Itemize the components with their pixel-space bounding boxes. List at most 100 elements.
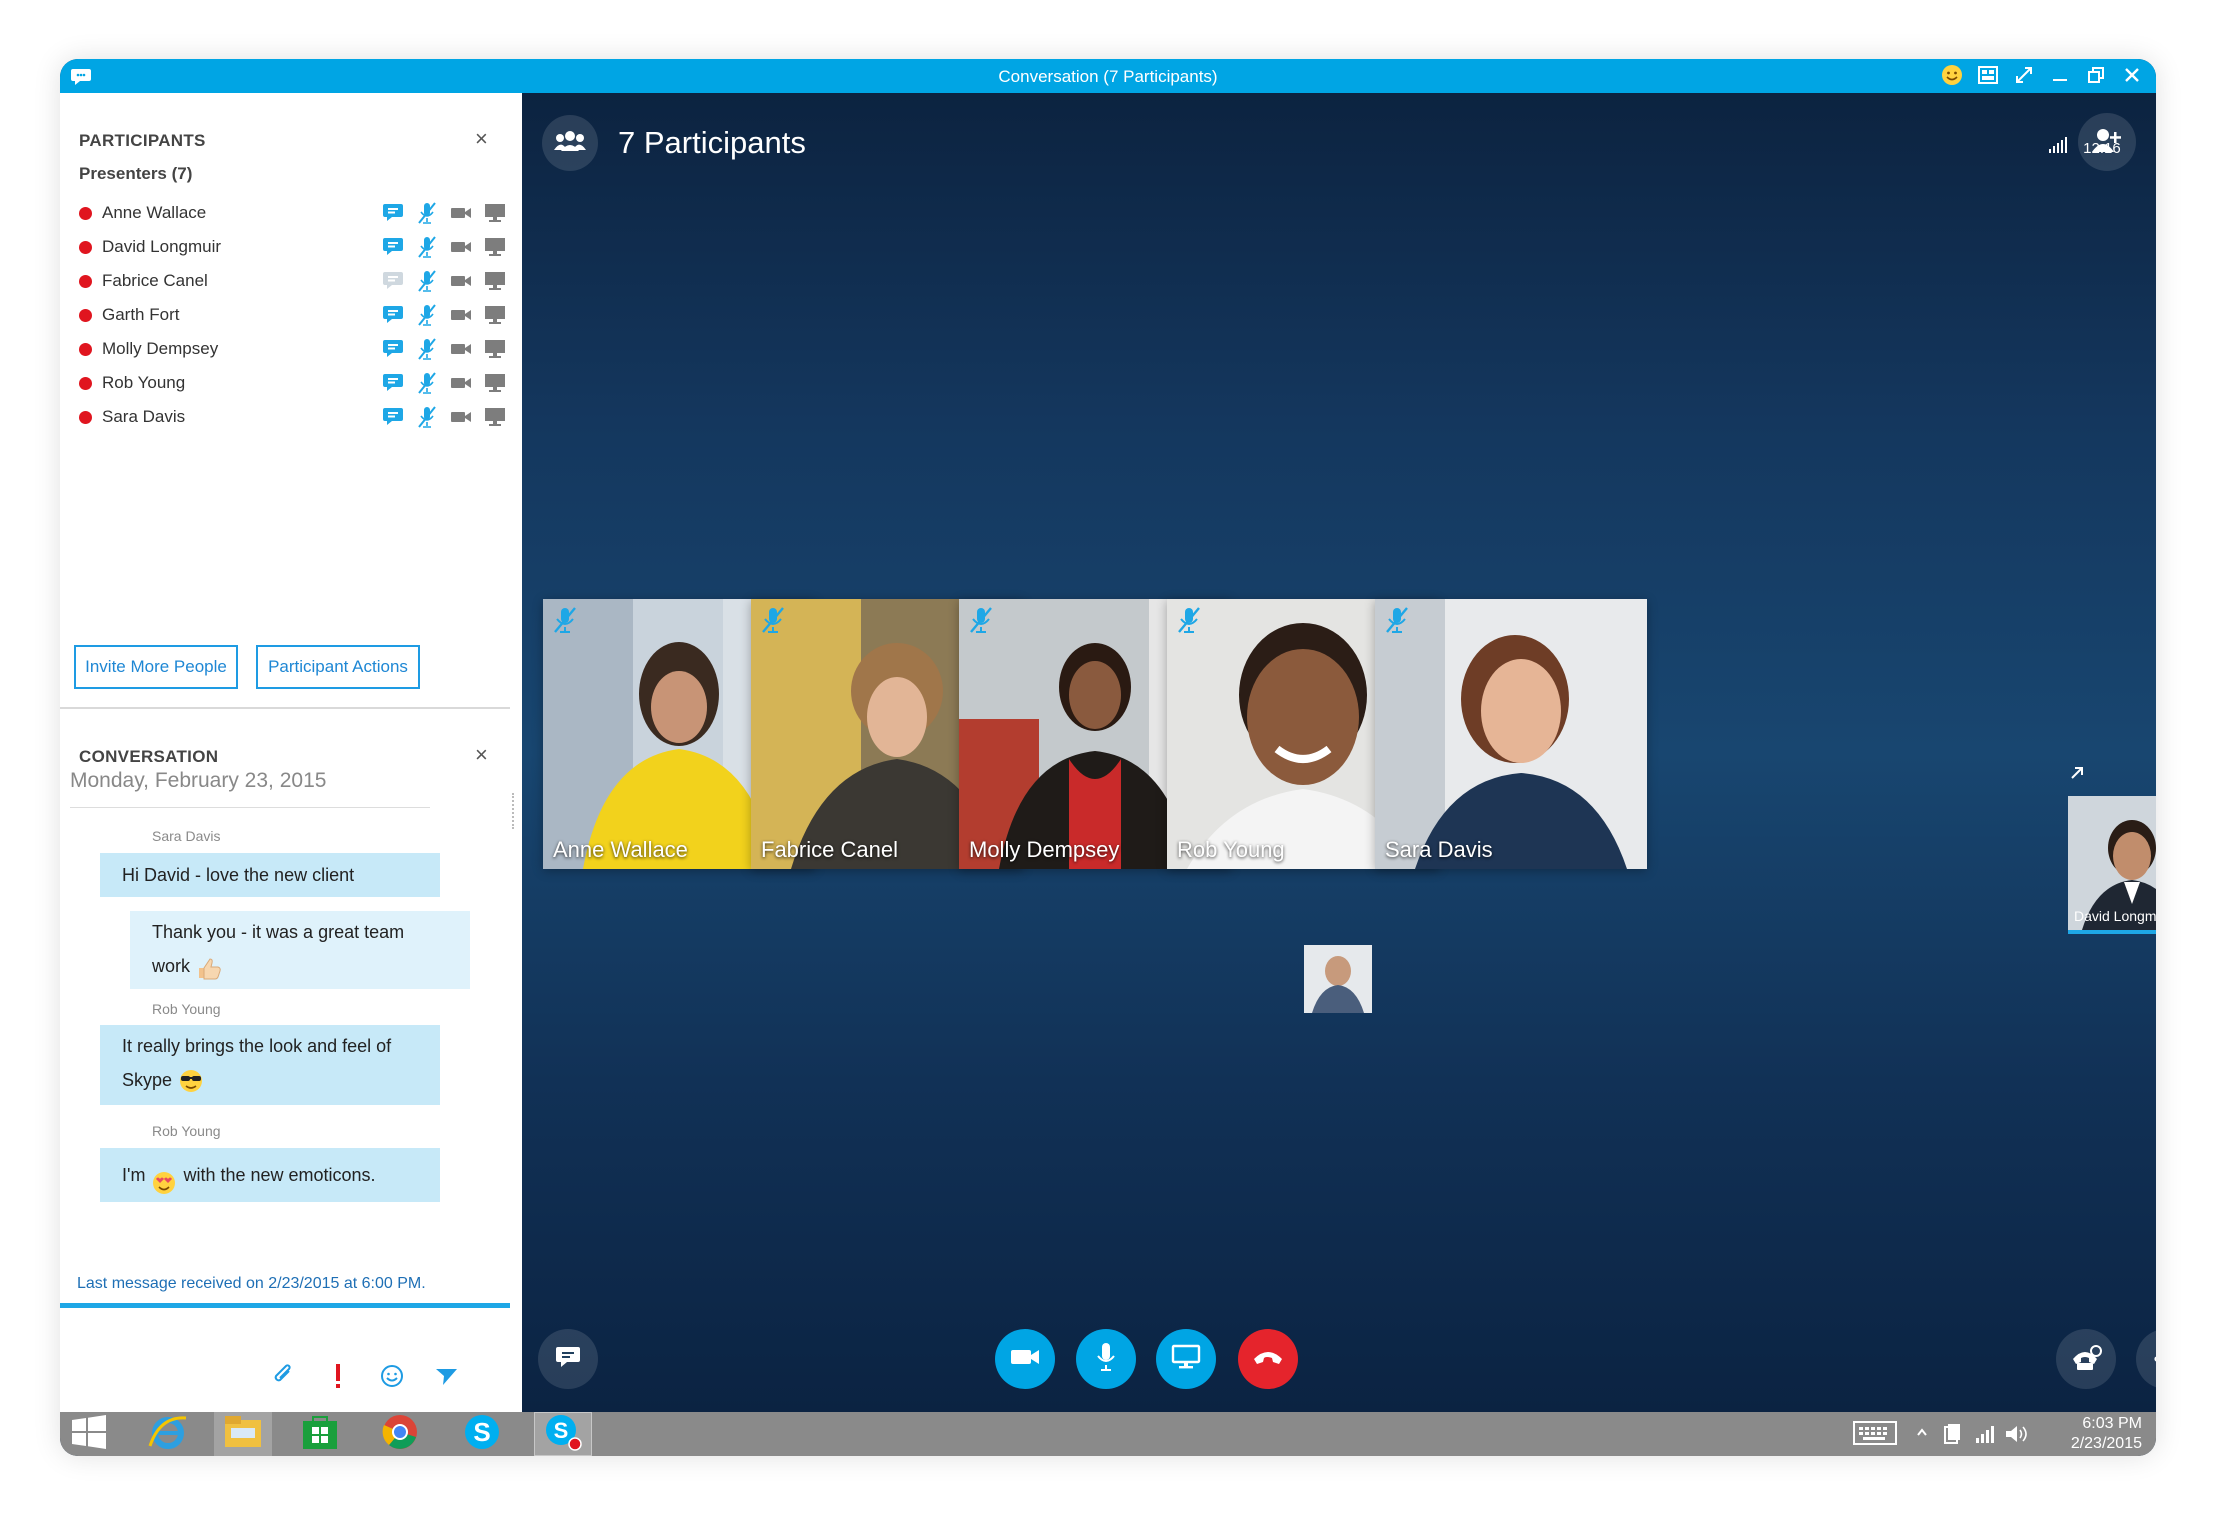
muted-microphone-icon xyxy=(415,303,439,327)
keyboard-icon[interactable] xyxy=(1853,1420,1897,1451)
emoticon-picker-icon[interactable] xyxy=(376,1360,408,1392)
message-text: I'm xyxy=(122,1165,146,1185)
muted-microphone-icon xyxy=(1175,605,1203,635)
high-importance-icon[interactable] xyxy=(322,1360,354,1392)
participant-row[interactable]: Anne Wallace xyxy=(79,196,509,230)
participant-row[interactable]: Molly Dempsey xyxy=(79,332,509,366)
participant-row[interactable]: Sara Davis xyxy=(79,400,509,434)
date-divider xyxy=(70,807,430,808)
resize-handle[interactable] xyxy=(512,793,517,829)
message-sender: Sara Davis xyxy=(152,828,221,844)
action-center-icon[interactable] xyxy=(1942,1422,1962,1451)
taskbar-file-explorer[interactable] xyxy=(214,1412,272,1456)
taskbar-skype-for-business[interactable]: S xyxy=(534,1412,592,1456)
chat-icon xyxy=(381,371,405,395)
window-title: Conversation (7 Participants) xyxy=(998,67,1218,86)
restore-icon[interactable] xyxy=(2084,63,2108,87)
file-explorer-icon xyxy=(223,1414,263,1455)
taskbar-store[interactable] xyxy=(292,1412,348,1456)
participant-name: Anne Wallace xyxy=(553,837,688,862)
hang-up-button[interactable] xyxy=(1238,1329,1298,1389)
network-icon[interactable] xyxy=(1974,1424,1996,1449)
muted-microphone-icon xyxy=(415,405,439,429)
layout-icon[interactable] xyxy=(1976,63,2000,87)
speaking-indicator xyxy=(2068,930,2156,934)
full-screen-icon[interactable] xyxy=(2012,63,2036,87)
message-text: Hi David - love the new client xyxy=(122,865,355,885)
start-button[interactable] xyxy=(60,1412,118,1456)
taskbar-chrome[interactable] xyxy=(372,1412,428,1456)
pop-out-icon[interactable] xyxy=(2069,765,2085,786)
chrome-icon xyxy=(381,1413,419,1456)
message-text: with the new emoticons. xyxy=(183,1165,376,1185)
thumbs-up-emoticon-icon xyxy=(195,954,223,980)
muted-microphone-icon xyxy=(1383,605,1411,635)
close-conversation-button[interactable]: × xyxy=(475,742,488,768)
participant-name: Garth Fort xyxy=(102,305,180,324)
add-person-icon xyxy=(2092,127,2122,158)
participant-row[interactable]: David Longmuir xyxy=(79,230,509,264)
active-speaker-tile[interactable]: David Longmuir xyxy=(2068,796,2156,930)
signal-strength-icon xyxy=(2047,137,2069,157)
message-bubble: It really brings the look and feel of Sk… xyxy=(100,1025,440,1105)
participant-name: Sara Davis xyxy=(1385,837,1493,862)
self-video xyxy=(1304,945,1372,1013)
active-speaker-name: David Longmuir xyxy=(2074,908,2156,924)
present-screen-button[interactable] xyxy=(1156,1329,1216,1389)
monitor-icon xyxy=(483,371,507,395)
video-tile[interactable]: Sara Davis xyxy=(1375,599,1647,869)
message-bubble: Hi David - love the new client xyxy=(100,853,440,897)
send-icon[interactable] xyxy=(430,1360,462,1392)
video-camera-icon xyxy=(449,371,473,395)
message-bubble: I'm with the new emoticons. xyxy=(100,1148,440,1202)
close-icon[interactable] xyxy=(2120,63,2144,87)
taskbar-clock[interactable]: 6:03 PM 2/23/2015 xyxy=(2071,1414,2142,1454)
self-view[interactable] xyxy=(1304,945,1372,1013)
add-people-button[interactable] xyxy=(2078,113,2136,171)
participant-actions-button[interactable]: Participant Actions xyxy=(256,645,420,689)
participant-name: Anne Wallace xyxy=(102,203,207,222)
attachment-icon[interactable] xyxy=(268,1360,300,1392)
mute-button[interactable] xyxy=(1076,1329,1136,1389)
presence-busy-indicator xyxy=(79,206,92,220)
message-text: Skype xyxy=(122,1070,173,1090)
muted-microphone-icon xyxy=(415,201,439,225)
participants-heading: PARTICIPANTS xyxy=(79,131,206,150)
phone-settings-icon xyxy=(2070,1343,2102,1376)
conversation-title: 7 Participants xyxy=(618,125,806,160)
invite-more-people-button[interactable]: Invite More People xyxy=(74,645,238,689)
participant-row[interactable]: Rob Young xyxy=(79,366,509,400)
emoticon-icon[interactable] xyxy=(1940,63,1964,87)
store-icon xyxy=(301,1413,339,1456)
participant-name: Rob Young xyxy=(102,373,186,392)
taskbar-ie[interactable] xyxy=(140,1412,196,1456)
conversation-date: Monday, February 23, 2015 xyxy=(70,769,327,792)
participant-row[interactable]: Fabrice Canel xyxy=(79,264,509,298)
monitor-icon xyxy=(483,337,507,361)
video-button[interactable] xyxy=(995,1329,1055,1389)
more-options-button[interactable] xyxy=(2136,1329,2156,1389)
monitor-icon xyxy=(483,405,507,429)
call-controls-button[interactable] xyxy=(2056,1329,2116,1389)
minimize-icon[interactable] xyxy=(2048,63,2072,87)
message-text: Thank you - it was a great team xyxy=(152,922,405,942)
message-input[interactable] xyxy=(60,1308,510,1352)
video-camera-icon xyxy=(449,303,473,327)
taskbar-skype[interactable]: S xyxy=(454,1412,510,1456)
volume-icon[interactable] xyxy=(2004,1424,2028,1449)
participant-name: Molly Dempsey xyxy=(969,837,1120,862)
presence-busy-indicator xyxy=(79,342,92,356)
video-camera-icon xyxy=(449,201,473,225)
participants-roster-button[interactable] xyxy=(542,115,598,171)
heart-eyes-emoticon-icon xyxy=(150,1163,178,1195)
presence-busy-indicator xyxy=(79,274,92,288)
chat-icon xyxy=(381,235,405,259)
show-conversation-button[interactable] xyxy=(538,1329,598,1389)
show-hidden-icons-icon[interactable] xyxy=(1916,1425,1928,1443)
video-camera-icon xyxy=(449,235,473,259)
monitor-icon xyxy=(483,269,507,293)
participant-row[interactable]: Garth Fort xyxy=(79,298,509,332)
presence-busy-indicator xyxy=(79,240,92,254)
message-sender: Rob Young xyxy=(152,1001,221,1017)
close-participants-button[interactable]: × xyxy=(475,126,488,152)
